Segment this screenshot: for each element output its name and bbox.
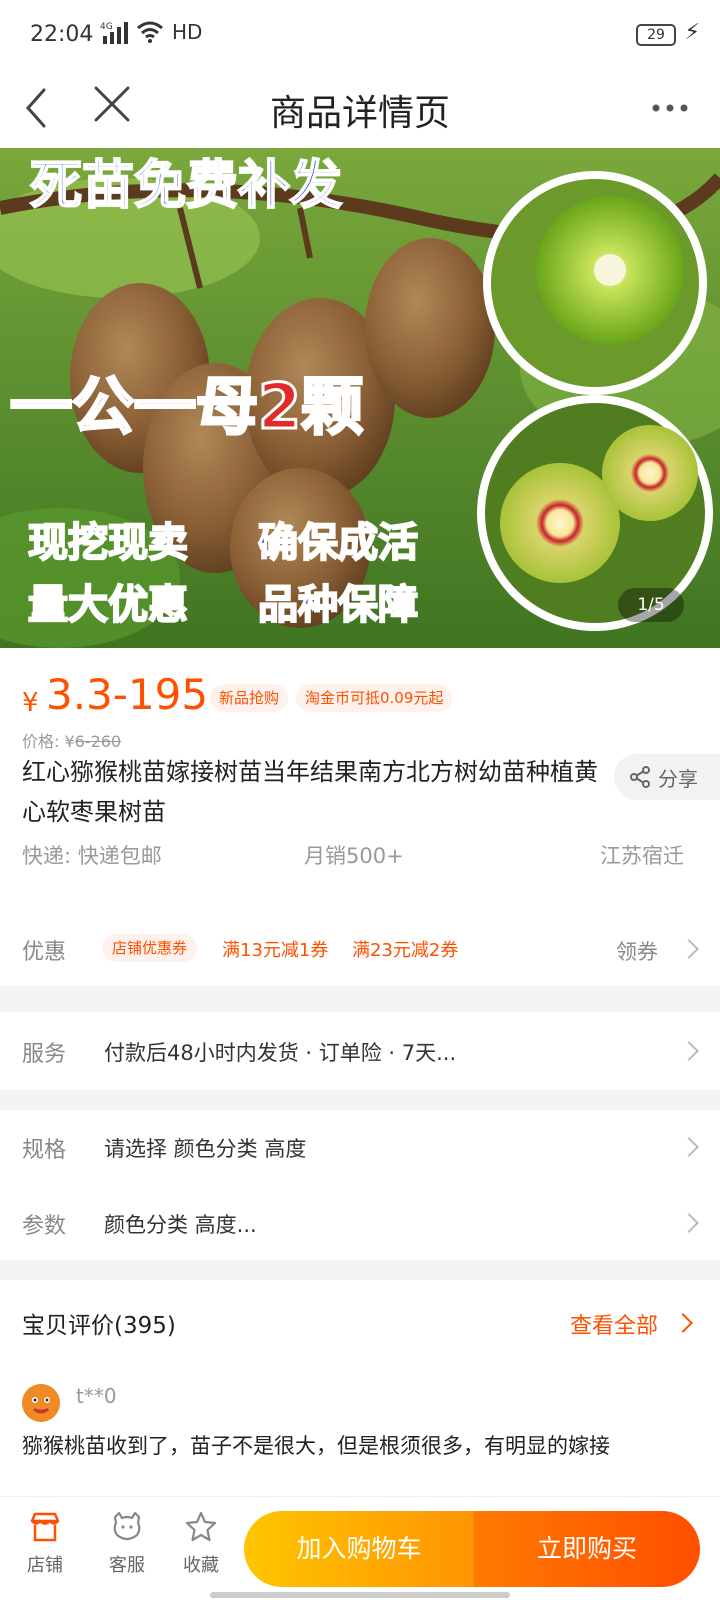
image-counter: 1/5 — [618, 588, 684, 622]
spec-text: 请选择 颜色分类 高度 — [104, 1137, 307, 1161]
coupon-offer-1: 满13元减1券 — [222, 940, 329, 961]
network-label: 4G — [100, 22, 113, 32]
original-price-label: 价格: ¥ — [22, 732, 75, 751]
customer-service-label: 客服 — [109, 1555, 145, 1576]
coupon-offer-2: 满23元减2券 — [352, 940, 459, 961]
original-price-value: 6-260 — [74, 732, 122, 751]
wifi-icon — [137, 21, 163, 43]
hd-label: HD — [172, 20, 203, 44]
signal-icon: 4G — [100, 22, 128, 44]
customer-service-icon — [113, 1511, 141, 1541]
avatar — [22, 1384, 60, 1422]
monthly-sales: 月销500+ — [304, 844, 404, 868]
status-icons: 4G HD — [100, 20, 202, 44]
chevron-right-icon — [679, 1213, 699, 1233]
service-row[interactable]: 服务 付款后48小时内发货 · 订单险 · 7天... — [0, 1012, 720, 1090]
banner-line2-right: 品种保障 — [258, 581, 418, 628]
star-icon — [185, 1511, 217, 1542]
product-info-card: ¥ 3.3-195 新品抢购 淘金币可抵0.09元起 价格: ¥6-260 红心… — [0, 648, 720, 910]
shop-icon — [30, 1512, 60, 1542]
shipping-location: 江苏宿迁 — [600, 844, 684, 868]
battery-level: 29 — [647, 27, 665, 43]
share-icon — [630, 766, 650, 788]
banner-middle-text: 一公一母2颗 — [10, 370, 363, 443]
original-price: 价格: ¥6-260 — [22, 728, 121, 752]
view-all-reviews-link[interactable]: 查看全部 — [570, 1308, 658, 1340]
bottom-action-bar: 店铺 客服 收藏 加入购物车 立即购买 — [0, 1496, 720, 1600]
add-to-cart-button[interactable]: 加入购物车 — [244, 1511, 474, 1587]
spec-label: 规格 — [22, 1138, 67, 1163]
shop-button[interactable]: 店铺 — [10, 1509, 80, 1577]
product-image: 死苗免费补发 一公一母2颗 现挖现卖 确保成活 量大优惠 品种保障 — [0, 148, 720, 648]
page-title: 商品详情页 — [269, 93, 450, 134]
params-text: 颜色分类 高度... — [104, 1213, 257, 1237]
reviewer-name: t**0 — [76, 1384, 117, 1408]
battery-icon: 29 — [636, 24, 676, 46]
new-product-tag: 新品抢购 — [210, 684, 289, 712]
coupon-label: 优惠 — [22, 940, 67, 965]
review-text: 猕猴桃苗收到了，苗子不是很大，但是根须很多，有明显的嫁接 — [22, 1434, 610, 1458]
buy-now-button[interactable]: 立即购买 — [474, 1511, 700, 1587]
chevron-right-icon — [679, 939, 699, 959]
favorite-button[interactable]: 收藏 — [166, 1509, 236, 1577]
chevron-right-icon — [679, 1137, 699, 1157]
customer-service-button[interactable]: 客服 — [92, 1509, 162, 1577]
charging-icon: ⚡ — [684, 20, 700, 45]
shipping-info: 快递: 快递包邮 — [22, 844, 162, 868]
chevron-right-icon — [679, 1041, 699, 1061]
banner-line1-left: 现挖现卖 — [28, 519, 188, 566]
nav-bar: 商品详情页 — [0, 68, 720, 148]
spec-card: 规格 请选择 颜色分类 高度 参数 颜色分类 高度... — [0, 1110, 720, 1260]
coupon-row[interactable]: 优惠 店铺优惠券 满13元减1券 满23元减2券 领券 — [0, 910, 720, 986]
spec-row[interactable]: 规格 请选择 颜色分类 高度 — [0, 1110, 720, 1184]
params-label: 参数 — [22, 1214, 67, 1239]
banner-line1-right: 确保成活 — [258, 519, 418, 566]
price-currency: ¥ — [22, 688, 39, 718]
status-bar: 22:04 4G HD 29 ⚡ — [0, 0, 720, 68]
service-text: 付款后48小时内发货 · 订单险 · 7天... — [104, 1041, 457, 1065]
avatar-icon — [22, 1384, 60, 1422]
banner-line2-left: 量大优惠 — [28, 581, 188, 628]
more-icon[interactable] — [650, 98, 690, 118]
params-row[interactable]: 参数 颜色分类 高度... — [0, 1186, 720, 1260]
share-label: 分享 — [658, 766, 698, 791]
home-indicator[interactable] — [210, 1592, 510, 1598]
claim-coupon-link[interactable]: 领券 — [616, 936, 658, 966]
product-title: 红心猕猴桃苗嫁接树苗当年结果南方北方树幼苗种植黄心软枣果树苗 — [22, 758, 598, 826]
status-time: 22:04 — [30, 22, 94, 47]
share-button[interactable]: 分享 — [614, 754, 720, 800]
chevron-right-icon — [673, 1313, 693, 1333]
reviews-section: 宝贝评价(395) 查看全部 t**0 猕猴桃苗收到了，苗子不是很大，但是根须很… — [0, 1280, 720, 1496]
product-image-carousel[interactable]: 死苗免费补发 一公一母2颗 现挖现卖 确保成活 量大优惠 品种保障 1/5 — [0, 148, 720, 648]
coin-deduction-tag: 淘金币可抵0.09元起 — [296, 684, 453, 712]
reviews-title: 宝贝评价(395) — [22, 1313, 176, 1339]
service-label: 服务 — [22, 1042, 67, 1067]
banner-top-text: 死苗免费补发 — [30, 155, 342, 216]
shop-coupon-tag: 店铺优惠券 — [102, 934, 198, 962]
favorite-label: 收藏 — [183, 1555, 219, 1576]
price-range: 3.3-195 — [46, 670, 209, 719]
shop-label: 店铺 — [27, 1555, 63, 1576]
